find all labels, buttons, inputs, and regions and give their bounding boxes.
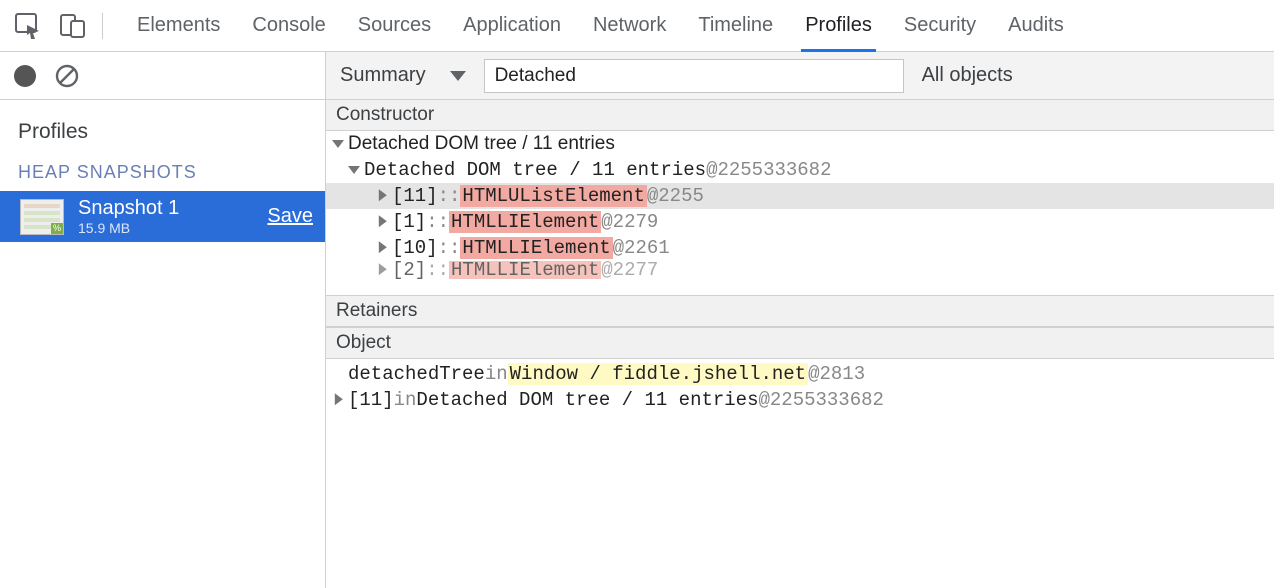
triangle-right-icon[interactable] bbox=[379, 189, 387, 201]
snapshot-thumb-icon: % bbox=[20, 199, 64, 235]
device-toggle-icon[interactable] bbox=[54, 6, 92, 46]
tree-row[interactable]: [2] :: HTMLLIElement @2277 bbox=[326, 261, 1274, 279]
snapshot-name: Snapshot 1 bbox=[78, 197, 253, 220]
tab-audits[interactable]: Audits bbox=[1006, 0, 1066, 51]
tab-application[interactable]: Application bbox=[461, 0, 563, 51]
triangle-right-icon[interactable] bbox=[379, 263, 387, 275]
tab-elements[interactable]: Elements bbox=[135, 0, 222, 51]
heap-toolbar: Summary All objects bbox=[326, 52, 1274, 100]
inspect-icon[interactable] bbox=[10, 6, 48, 46]
snapshot-item[interactable]: % Snapshot 1 15.9 MB Save bbox=[0, 191, 325, 242]
record-button[interactable] bbox=[14, 65, 36, 87]
tab-sources[interactable]: Sources bbox=[356, 0, 433, 51]
divider bbox=[102, 13, 103, 39]
triangle-down-icon[interactable] bbox=[348, 166, 360, 174]
retainer-row[interactable]: [11] in Detached DOM tree / 11 entries @… bbox=[326, 387, 1274, 413]
snapshot-text: Snapshot 1 15.9 MB bbox=[78, 197, 253, 236]
tab-network[interactable]: Network bbox=[591, 0, 668, 51]
triangle-right-icon[interactable] bbox=[335, 393, 343, 405]
constructor-column-header[interactable]: Constructor bbox=[326, 100, 1274, 131]
object-scope-dropdown[interactable]: All objects bbox=[922, 64, 1013, 87]
retainer-row[interactable]: detachedTree in Window / fiddle.jshell.n… bbox=[326, 361, 1274, 387]
profiles-sidebar: Profiles HEAP SNAPSHOTS % Snapshot 1 15.… bbox=[0, 52, 326, 588]
tree-row[interactable]: Detached DOM tree / 11 entries @22553336… bbox=[326, 157, 1274, 183]
retainers-tree[interactable]: detachedTree in Window / fiddle.jshell.n… bbox=[326, 359, 1274, 588]
heap-snapshot-main: Summary All objects Constructor Detached… bbox=[326, 52, 1274, 588]
tab-profiles[interactable]: Profiles bbox=[803, 0, 874, 51]
object-column-header[interactable]: Object bbox=[326, 327, 1274, 359]
sidebar-title: Profiles bbox=[0, 100, 325, 156]
view-mode-label: Summary bbox=[340, 64, 426, 87]
chevron-down-icon bbox=[450, 71, 466, 81]
triangle-right-icon[interactable] bbox=[379, 215, 387, 227]
snapshot-size: 15.9 MB bbox=[78, 220, 253, 236]
clear-icon[interactable] bbox=[54, 63, 80, 89]
class-filter-input[interactable] bbox=[484, 59, 904, 93]
constructor-tree[interactable]: Detached DOM tree / 11 entriesDetached D… bbox=[326, 131, 1274, 295]
sidebar-toolbar bbox=[0, 52, 325, 100]
retainers-header[interactable]: Retainers bbox=[326, 296, 1274, 327]
tab-security[interactable]: Security bbox=[902, 0, 978, 51]
tree-row[interactable]: [1] :: HTMLLIElement @2279 bbox=[326, 209, 1274, 235]
snapshot-save-link[interactable]: Save bbox=[267, 205, 313, 228]
view-mode-dropdown[interactable]: Summary bbox=[340, 64, 466, 87]
triangle-right-icon[interactable] bbox=[379, 241, 387, 253]
tab-console[interactable]: Console bbox=[250, 0, 327, 51]
devtools-tabstrip: Elements Console Sources Application Network… bbox=[0, 0, 1274, 52]
tree-row[interactable]: [10] :: HTMLLIElement @2261 bbox=[326, 235, 1274, 261]
triangle-down-icon[interactable] bbox=[332, 140, 344, 148]
tab-timeline[interactable]: Timeline bbox=[696, 0, 775, 51]
tree-row[interactable]: Detached DOM tree / 11 entries bbox=[326, 131, 1274, 157]
heap-snapshots-label: HEAP SNAPSHOTS bbox=[0, 156, 325, 191]
tree-row[interactable]: [11] :: HTMLUListElement @2255 bbox=[326, 183, 1274, 209]
